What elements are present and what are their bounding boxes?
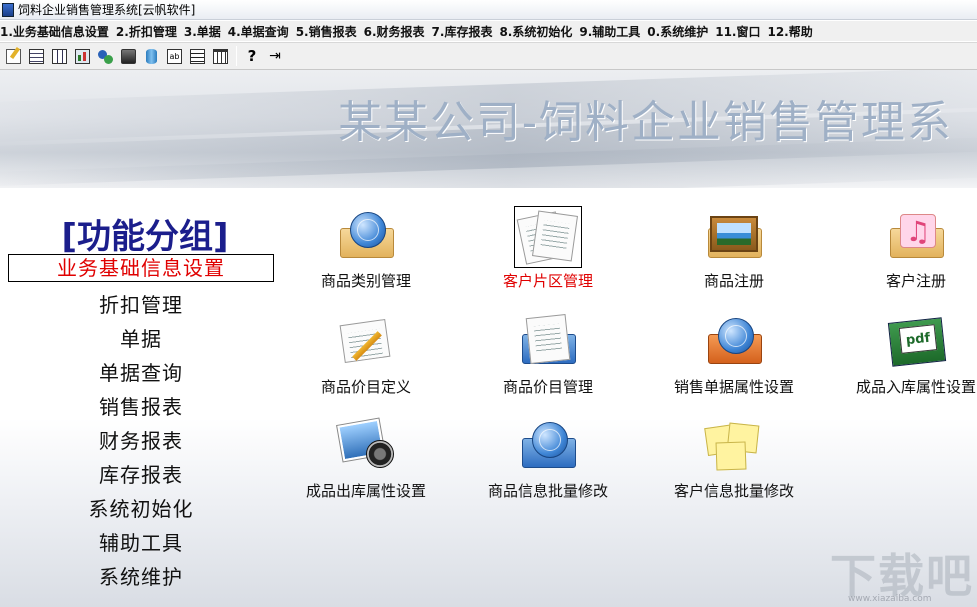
globe-folder-icon xyxy=(332,206,400,268)
pdf-files-icon: pdf xyxy=(882,312,950,374)
menu-item-help[interactable]: 12.帮助 xyxy=(767,23,819,40)
photo-camera-icon xyxy=(332,416,400,478)
tile-label: 成品入库属性设置 xyxy=(855,378,976,396)
help-icon[interactable]: ? xyxy=(242,46,262,66)
menu-item-document-query[interactable]: 4.单据查询 xyxy=(228,23,296,40)
menu-item-basic-info[interactable]: 1.业务基础信息设置 xyxy=(0,23,116,40)
documents-stack-icon xyxy=(514,312,582,374)
group-item-document-query[interactable]: 单据查询 xyxy=(0,356,282,390)
menu-bar: 1.业务基础信息设置 2.折扣管理 3.单据 4.单据查询 5.销售报表 6.财… xyxy=(0,21,977,41)
function-group-nav: 业务基础信息设置 折扣管理 单据 单据查询 销售报表 财务报表 库存报表 系统初… xyxy=(0,254,282,594)
exit-icon[interactable]: ⇥ xyxy=(265,46,285,66)
tile-price-management[interactable]: 商品价目管理 xyxy=(458,312,638,397)
group-item-system-init[interactable]: 系统初始化 xyxy=(0,492,282,526)
menu-item-documents[interactable]: 3.单据 xyxy=(184,23,228,40)
tile-stock-out-settings[interactable]: 成品出库属性设置 xyxy=(276,416,456,501)
window-title: 饲料企业销售管理系统[云帆软件] xyxy=(18,3,196,17)
banner-title: 某某公司-饲料企业销售管理系 xyxy=(338,97,953,148)
list-icon[interactable] xyxy=(187,46,207,66)
database-icon[interactable] xyxy=(141,46,161,66)
menu-item-system-init[interactable]: 8.系统初始化 xyxy=(499,23,579,40)
tile-label: 销售单据属性设置 xyxy=(673,378,794,396)
watermark-url: www.xiazaiba.com xyxy=(848,594,932,604)
sticky-notes-icon xyxy=(700,416,768,478)
form-icon[interactable] xyxy=(26,46,46,66)
menu-item-discount[interactable]: 2.折扣管理 xyxy=(116,23,184,40)
globe-folder-blue-icon xyxy=(514,416,582,478)
title-bar: 饲料企业销售管理系统[云帆软件] xyxy=(0,0,977,20)
group-item-stock-report[interactable]: 库存报表 xyxy=(0,458,282,492)
tile-sales-doc-settings[interactable]: 销售单据属性设置 xyxy=(644,312,824,397)
function-group-heading: [功能分组] xyxy=(61,217,229,257)
music-folder-icon: ♫ xyxy=(882,206,950,268)
tile-customer-register[interactable]: ♫ 客户注册 xyxy=(826,206,977,291)
group-item-documents[interactable]: 单据 xyxy=(0,322,282,356)
picture-folder-icon xyxy=(700,206,768,268)
menu-item-maintenance[interactable]: 0.系统维护 xyxy=(647,23,715,40)
globe-book-icon xyxy=(700,312,768,374)
tile-label: 成品出库属性设置 xyxy=(305,482,426,500)
tile-label: 客户片区管理 xyxy=(502,272,593,290)
tile-label: 客户信息批量修改 xyxy=(673,482,794,500)
menu-item-stock-report[interactable]: 7.库存报表 xyxy=(432,23,500,40)
stock-icon[interactable] xyxy=(118,46,138,66)
menu-item-sales-report[interactable]: 5.销售报表 xyxy=(296,23,364,40)
tile-price-definition[interactable]: 商品价目定义 xyxy=(276,312,456,397)
tile-product-batch-edit[interactable]: 商品信息批量修改 xyxy=(458,416,638,501)
documents-icon xyxy=(514,206,582,268)
tile-label: 商品价目管理 xyxy=(502,378,593,396)
toolbar-separator xyxy=(236,46,237,66)
tile-product-category[interactable]: 商品类别管理 xyxy=(276,206,456,291)
group-item-sales-report[interactable]: 销售报表 xyxy=(0,390,282,424)
tile-stock-in-settings[interactable]: pdf 成品入库属性设置 xyxy=(826,312,977,397)
calendar-icon[interactable] xyxy=(210,46,230,66)
tile-label: 客户注册 xyxy=(885,272,946,290)
note-pencil-icon xyxy=(332,312,400,374)
grid-icon[interactable] xyxy=(49,46,69,66)
toolbar: ab ? ⇥ xyxy=(0,42,977,70)
group-item-finance-report[interactable]: 财务报表 xyxy=(0,424,282,458)
group-item-tools[interactable]: 辅助工具 xyxy=(0,526,282,560)
tile-customer-region[interactable]: 客户片区管理 xyxy=(458,206,638,291)
main-content: [功能分组] 业务基础信息设置 折扣管理 单据 单据查询 销售报表 财务报表 库… xyxy=(0,188,977,607)
group-item-maintenance[interactable]: 系统维护 xyxy=(0,560,282,594)
edit-icon[interactable] xyxy=(3,46,23,66)
tile-label: 商品类别管理 xyxy=(320,272,411,290)
tile-product-register[interactable]: 商品注册 xyxy=(644,206,824,291)
menu-item-finance-report[interactable]: 6.财务报表 xyxy=(364,23,432,40)
tile-label: 商品注册 xyxy=(703,272,764,290)
transfer-icon[interactable] xyxy=(95,46,115,66)
report-icon[interactable] xyxy=(72,46,92,66)
tile-label: 商品信息批量修改 xyxy=(487,482,608,500)
watermark-logo: 下载吧 www.xiazaiba.com xyxy=(830,540,972,604)
ledger-icon[interactable]: ab xyxy=(164,46,184,66)
tile-customer-batch-edit[interactable]: 客户信息批量修改 xyxy=(644,416,824,501)
header-banner: 某某公司-饲料企业销售管理系 xyxy=(0,70,977,188)
menu-item-window[interactable]: 11.窗口 xyxy=(715,23,767,40)
app-icon xyxy=(2,2,14,17)
group-item-basic-info[interactable]: 业务基础信息设置 xyxy=(8,254,274,282)
tile-label: 商品价目定义 xyxy=(320,378,411,396)
group-item-discount[interactable]: 折扣管理 xyxy=(0,288,282,322)
menu-item-tools[interactable]: 9.辅助工具 xyxy=(579,23,647,40)
